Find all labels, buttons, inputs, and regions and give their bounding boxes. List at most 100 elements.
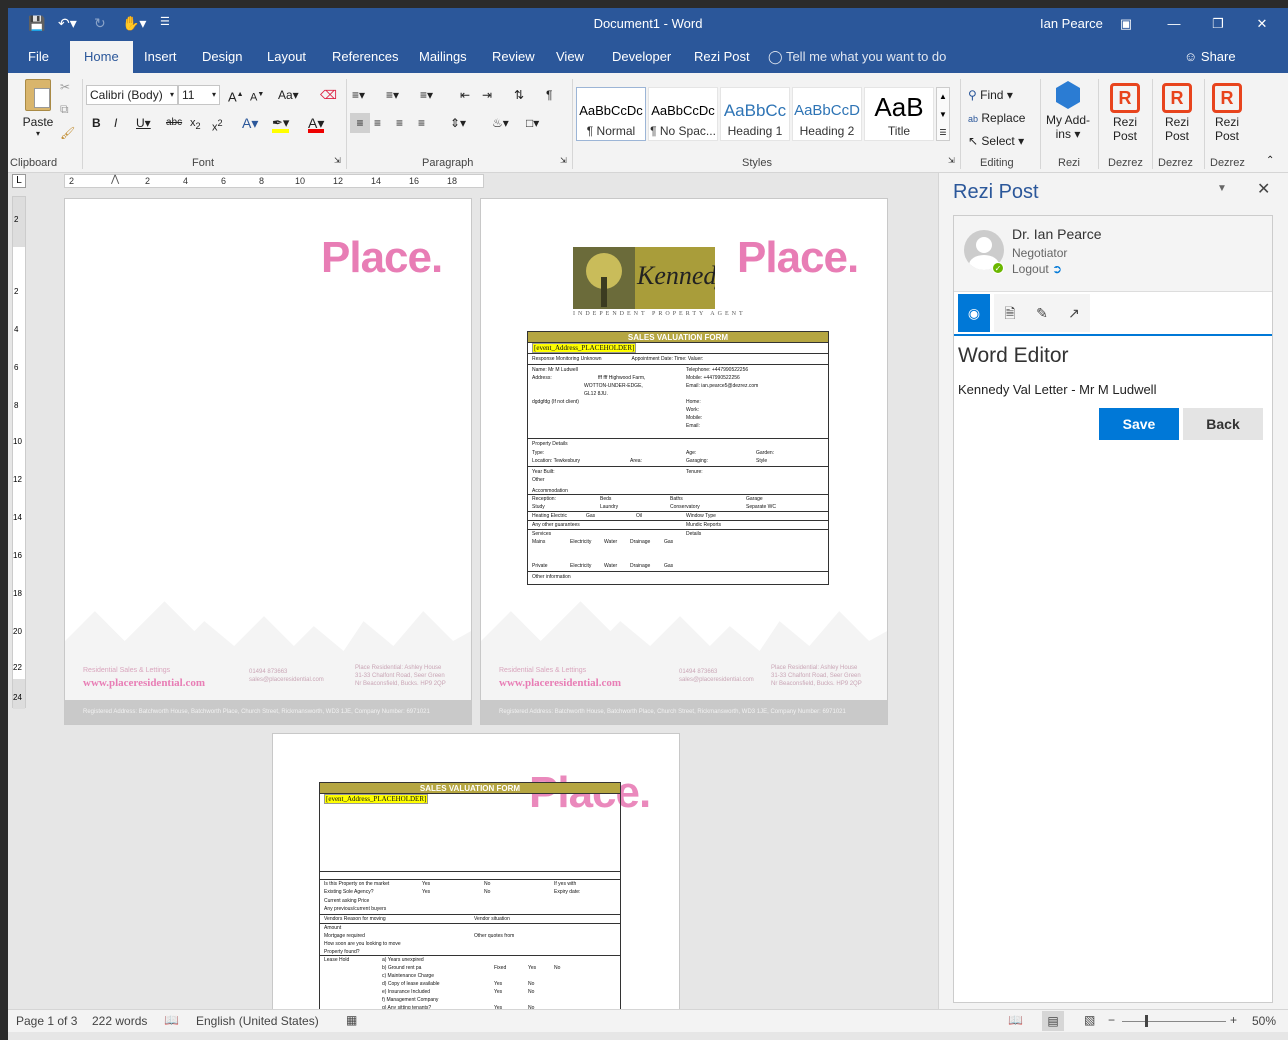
select-button[interactable]: ↖ Select ▾ [968,131,1024,151]
copy-icon[interactable]: ⧉ [60,99,69,119]
tab-view[interactable]: View [542,41,598,73]
read-mode-icon[interactable]: 📖 [1008,1013,1023,1027]
rezi-post-button[interactable]: R Rezi Post [1204,77,1250,143]
font-name-combo[interactable]: Calibri (Body) ▾ [86,85,178,105]
macro-icon[interactable]: ▦ [346,1013,357,1027]
underline-icon[interactable]: U▾ [136,113,151,133]
user-card: ✓ Dr. Ian Pearce Negotiator Logout ➲ [954,216,1272,292]
sort-icon[interactable]: ⇅ [514,85,524,105]
change-case-icon[interactable]: Aa▾ [278,85,299,105]
tell-me-search[interactable]: ◯ Tell me what you want to do [768,41,946,73]
style-no-spacing[interactable]: AaBbCcDc ¶ No Spac... [648,87,718,141]
align-right-icon[interactable]: ≡ [396,113,403,133]
print-layout-icon[interactable]: ▤ [1042,1011,1064,1031]
align-center-icon[interactable]: ≡ [374,113,381,133]
view-tab-eye-icon[interactable]: ◉ [958,294,990,332]
taskpane-options-icon[interactable]: ▼ [1217,183,1227,194]
back-button[interactable]: Back [1183,408,1263,440]
tab-home[interactable]: Home [70,41,133,73]
ruler-mark: 8 [14,401,19,410]
superscript-icon[interactable]: x2 [212,113,223,134]
account-name[interactable]: Ian Pearce [1040,16,1103,31]
zoom-slider[interactable] [1122,1021,1226,1022]
show-formatting-icon[interactable]: ¶ [546,85,552,105]
taskpane-close-icon[interactable]: ✕ [1257,179,1270,199]
ribbon-display-icon[interactable]: ▣ [1112,12,1140,36]
increase-indent-icon[interactable]: ⇥ [482,85,492,105]
style-title[interactable]: AaB Title [864,87,934,141]
document-page-2[interactable]: Place. Kennedys INDEPENDENT PROPERTY AGE… [480,198,888,725]
logout-link[interactable]: Logout ➲ [1012,262,1062,276]
tab-rezi-post[interactable]: Rezi Post [680,41,764,73]
horizontal-ruler[interactable]: 2 2 4 6 8 10 12 14 16 18 ⋀ [64,174,484,188]
share-button[interactable]: ☺ Share [1184,41,1236,73]
multilevel-list-icon[interactable]: ≡▾ [420,85,433,105]
tab-developer[interactable]: Developer [598,41,685,73]
chart-tab-icon[interactable]: ↗ [1058,294,1090,332]
dialog-launcher-icon[interactable]: ⇲ [948,151,955,171]
borders-icon[interactable]: □▾ [526,113,539,133]
decrease-indent-icon[interactable]: ⇤ [460,85,470,105]
zoom-level[interactable]: 50% [1252,1014,1276,1028]
tab-layout[interactable]: Layout [253,41,320,73]
language[interactable]: English (United States) [196,1014,319,1028]
save-button[interactable]: Save [1099,408,1179,440]
indent-marker-icon[interactable]: ⋀ [111,174,119,185]
word-count[interactable]: 222 words [92,1014,147,1028]
font-color-icon[interactable]: A▾ [308,113,325,133]
rezi-post-button[interactable]: R Rezi Post [1154,77,1200,143]
tab-review[interactable]: Review [478,41,549,73]
bold-icon[interactable]: B [92,113,101,133]
style-heading-2[interactable]: AaBbCcD Heading 2 [792,87,862,141]
document-tab-icon[interactable]: 🗎 [994,294,1026,332]
strikethrough-icon[interactable]: abc [166,113,182,133]
format-painter-icon[interactable]: 🖌 [60,123,75,143]
zoom-out-icon[interactable]: − [1108,1013,1115,1027]
document-page-1[interactable]: Place. Residential Sales & Lettings www.… [64,198,472,725]
align-left-icon[interactable]: ≡ [350,113,370,133]
rezi-post-button[interactable]: R Rezi Post [1102,77,1148,143]
tab-design[interactable]: Design [188,41,256,73]
vertical-ruler[interactable]: 2 2 4 6 8 10 12 14 16 18 20 22 24 [12,196,26,709]
style-heading-1[interactable]: AaBbCc Heading 1 [720,87,790,141]
subscript-icon[interactable]: x2 [190,113,201,133]
web-layout-icon[interactable]: ▧ [1084,1013,1095,1027]
text-effects-icon[interactable]: A▾ [242,113,258,133]
find-button[interactable]: ⚲ Find ▾ [968,85,1013,105]
italic-icon[interactable]: I [114,113,117,133]
maximize-button[interactable]: ❐ [1204,12,1232,36]
line-spacing-icon[interactable]: ⇕▾ [450,113,466,133]
highlight-icon[interactable]: ✒▾ [272,113,290,133]
styles-gallery-scroll[interactable]: ▲ ▼ ☰ [936,87,950,141]
paste-button[interactable]: Paste ▾ [18,79,58,138]
zoom-in-icon[interactable]: + [1230,1013,1237,1027]
tab-selector[interactable]: L [12,174,26,188]
document-page-3[interactable]: Place. SALES VALUATION FORM [event_Addre… [272,733,680,1013]
clear-formatting-icon[interactable]: ⌫ [320,85,337,105]
minimize-button[interactable]: — [1160,12,1188,36]
style-normal[interactable]: AaBbCcDc ¶ Normal [576,87,646,141]
tab-file[interactable]: File [14,41,63,73]
bullets-icon[interactable]: ≡▾ [352,85,365,105]
font-size-combo[interactable]: 11 ▾ [178,85,220,105]
replace-button[interactable]: ab Replace [968,108,1025,128]
shading-icon[interactable]: ♨▾ [492,113,509,133]
tab-mailings[interactable]: Mailings [405,41,481,73]
page-count[interactable]: Page 1 of 3 [16,1014,77,1028]
dialog-launcher-icon[interactable]: ⇲ [334,151,341,171]
shrink-font-icon[interactable]: A▼ [250,85,264,105]
tab-references[interactable]: References [318,41,412,73]
edit-tab-icon[interactable]: ✎ [1026,294,1058,332]
zoom-slider-thumb[interactable] [1145,1015,1148,1027]
cut-icon[interactable]: ✂ [60,77,70,97]
collapse-ribbon-icon[interactable]: ⌃ [1266,151,1274,171]
proofing-icon[interactable]: 📖 [164,1013,179,1027]
justify-icon[interactable]: ≡ [418,113,425,133]
my-addins-button[interactable]: My Add- ins ▾ [1042,81,1094,141]
numbering-icon[interactable]: ≡▾ [386,85,399,105]
dialog-launcher-icon[interactable]: ⇲ [560,151,567,171]
grow-font-icon[interactable]: A▲ [228,85,244,105]
style-preview: AaBbCcD [794,102,860,119]
close-button[interactable]: ✕ [1248,12,1276,36]
tab-insert[interactable]: Insert [130,41,191,73]
